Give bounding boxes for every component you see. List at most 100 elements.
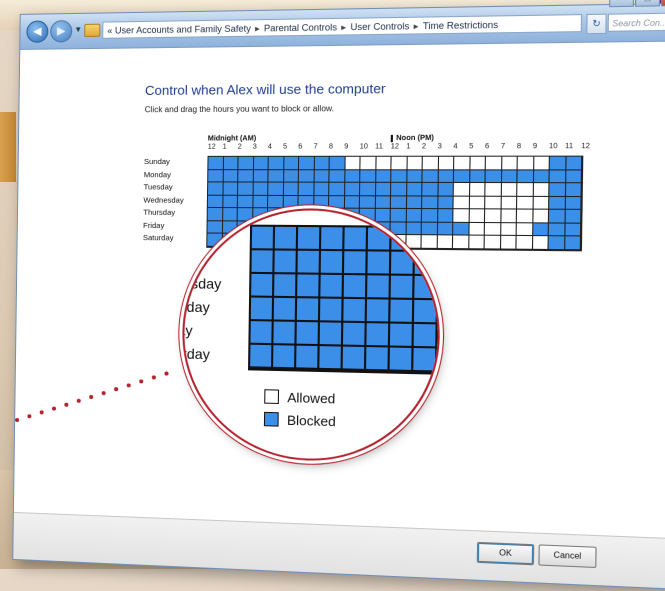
magnified-cell	[296, 345, 320, 370]
magnified-cell	[273, 345, 297, 370]
magnified-cell	[342, 322, 367, 348]
magnified-cell	[413, 323, 438, 349]
magnified-day-label: lay	[180, 321, 193, 339]
breadcrumb-3[interactable]: Time Restrictions	[423, 20, 499, 32]
legend-allowed: Allowed	[264, 385, 336, 410]
magnified-cell	[366, 323, 391, 348]
background-accent-bar	[0, 112, 16, 182]
magnified-cell	[250, 321, 274, 346]
history-dropdown-icon[interactable]: ▼	[74, 25, 82, 34]
magnified-cell	[367, 275, 391, 300]
close-button[interactable]: ✕	[661, 0, 665, 7]
magnified-cell	[319, 346, 343, 371]
magnified-cell	[367, 251, 392, 276]
minimize-button[interactable]: —	[609, 0, 635, 8]
magnified-cell	[413, 299, 439, 325]
breadcrumb-separator-icon[interactable]: ▸	[341, 22, 346, 32]
breadcrumb-separator-icon[interactable]: ▸	[255, 23, 260, 33]
pointer-dot	[15, 417, 20, 422]
magnified-cell	[274, 274, 298, 299]
breadcrumb-0[interactable]: User Accounts and Family Safety	[115, 23, 251, 35]
search-input[interactable]: Search Con... ⚲	[607, 12, 665, 32]
pointer-dot	[27, 413, 32, 418]
magnified-cell	[367, 227, 392, 252]
magnified-cell	[296, 298, 321, 323]
magnified-cell	[251, 226, 276, 251]
magnified-cell	[320, 250, 345, 276]
magnified-cell	[319, 298, 344, 323]
refresh-icon[interactable]: ↻	[586, 13, 607, 35]
magnified-cell	[414, 227, 440, 253]
magnified-cell	[366, 299, 391, 324]
pointer-dot	[151, 375, 156, 380]
control-panel-icon	[84, 23, 101, 38]
pointer-dot	[164, 371, 169, 376]
breadcrumb-2[interactable]: User Controls	[350, 21, 409, 32]
magnified-cell	[251, 250, 275, 275]
pointer-dot	[101, 391, 106, 396]
magnified-day-label: nesday	[180, 274, 222, 292]
magnified-cell	[414, 275, 439, 301]
pointer-dot	[126, 383, 131, 388]
magnified-cell	[321, 227, 345, 252]
pointer-dot	[51, 406, 57, 411]
window-controls: — □ ✕	[609, 0, 665, 8]
magnified-day-label: rsday	[180, 298, 210, 316]
magnified-day-labels: lay nesday rsday lay urday	[181, 249, 222, 367]
overflow-chevron-icon[interactable]: «	[107, 26, 112, 36]
magnified-cell	[274, 250, 298, 275]
magnified-cell	[413, 348, 438, 373]
magnified-cell	[250, 344, 274, 369]
magnified-cell	[296, 321, 320, 347]
magnified-cell	[390, 299, 415, 324]
magnified-day-label: urday	[180, 345, 211, 363]
legend-blocked-label: Blocked	[286, 411, 336, 429]
magnified-cell	[273, 297, 298, 322]
maximize-button[interactable]: □	[635, 0, 661, 7]
search-placeholder: Search Con...	[612, 18, 665, 29]
legend-allowed-label: Allowed	[287, 389, 336, 407]
magnified-cell	[251, 273, 275, 298]
magnified-cell	[343, 298, 368, 324]
magnified-cell	[344, 227, 369, 252]
breadcrumb-separator-icon[interactable]: ▸	[414, 21, 419, 32]
magnified-cell	[320, 274, 344, 299]
magnified-cell	[390, 251, 415, 276]
magnified-cell	[274, 226, 299, 251]
magnified-grid	[248, 224, 442, 376]
pointer-dot	[76, 398, 81, 403]
legend: Allowed Blocked	[263, 385, 336, 433]
magnified-cell	[297, 227, 322, 251]
pointer-dot	[39, 410, 44, 415]
magnified-cell	[343, 275, 368, 300]
time-restrictions-window: — □ ✕ ◀ ▶ ▼ « User Accounts and Family S…	[12, 0, 665, 591]
magnified-cell	[391, 227, 416, 252]
pointer-dot	[114, 387, 119, 392]
ok-button[interactable]: OK	[476, 541, 535, 566]
back-arrow-icon[interactable]: ◀	[26, 20, 49, 43]
breadcrumb-1[interactable]: Parental Controls	[264, 22, 337, 33]
magnified-cell	[273, 321, 297, 346]
content-area: Control when Alex will use the computer …	[13, 41, 665, 590]
pointer-dot	[89, 394, 94, 400]
magnified-cell	[389, 347, 414, 373]
forward-arrow-icon[interactable]: ▶	[50, 20, 73, 43]
magnified-cell	[390, 275, 415, 300]
magnified-cell	[366, 347, 390, 372]
legend-blocked: Blocked	[263, 408, 336, 433]
pointer-dot	[139, 379, 144, 384]
magnified-cell	[319, 322, 344, 347]
magnified-cell	[414, 251, 439, 277]
cancel-button[interactable]: Cancel	[538, 544, 597, 569]
magnified-day-label: lay	[180, 251, 194, 269]
address-bar[interactable]: « User Accounts and Family Safety ▸ Parent…	[102, 14, 583, 39]
magnified-cell	[297, 250, 322, 275]
magnified-cell	[389, 323, 414, 349]
allowed-swatch	[264, 389, 280, 404]
magnified-cell	[297, 274, 321, 299]
pointer-dot	[64, 402, 69, 407]
magnified-cell	[250, 297, 275, 322]
magnified-cell	[342, 346, 367, 371]
magnified-cell	[343, 251, 368, 276]
blocked-swatch	[263, 411, 279, 427]
